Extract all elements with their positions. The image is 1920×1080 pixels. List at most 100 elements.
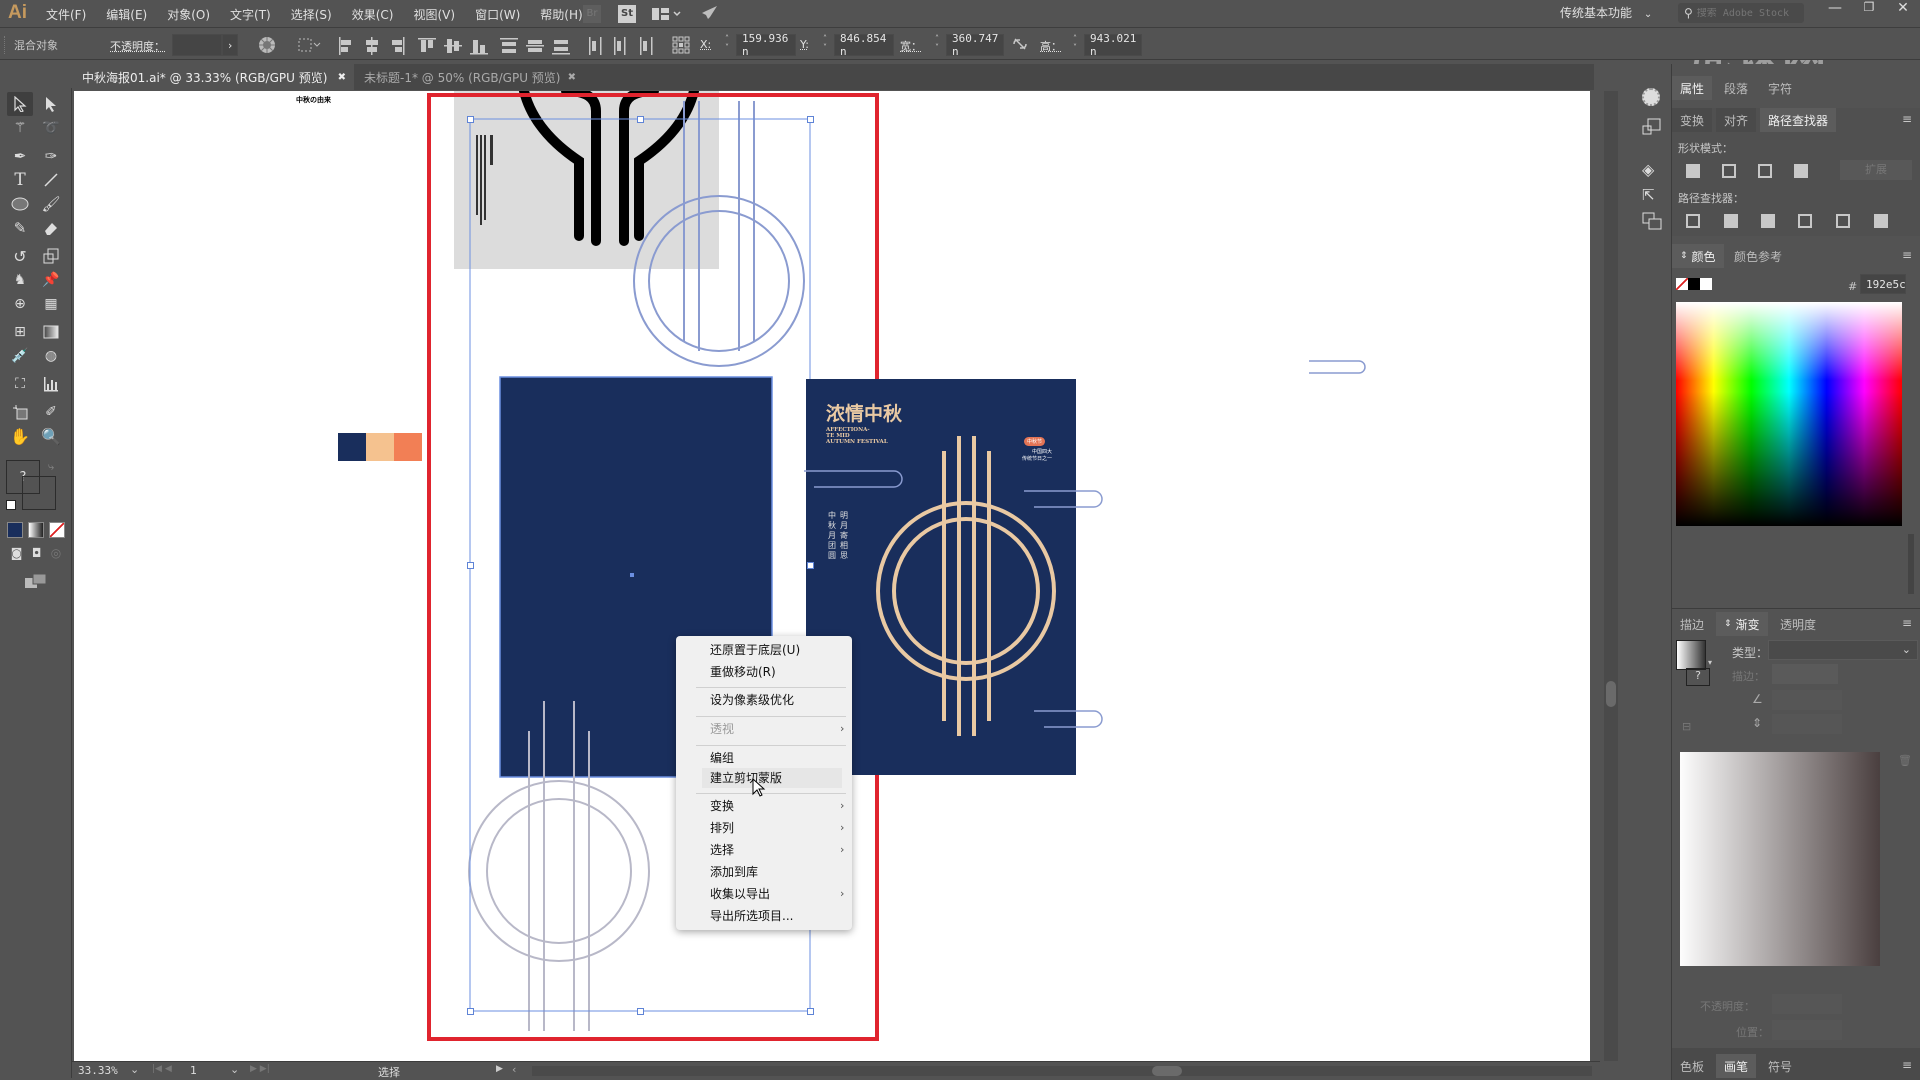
rotate-tool[interactable]: ↺ bbox=[7, 244, 33, 268]
selection-tool[interactable] bbox=[7, 92, 33, 116]
gradient-type-select[interactable]: ⌄ bbox=[1768, 640, 1918, 660]
slice-tool[interactable]: ✐ bbox=[38, 400, 64, 424]
close-icon[interactable]: ✖ bbox=[338, 72, 346, 83]
gpu-performance-button[interactable] bbox=[700, 5, 718, 26]
tab-transparency[interactable]: 透明度 bbox=[1772, 612, 1824, 636]
none-swatch[interactable] bbox=[1676, 278, 1688, 290]
gradient-edit-icon[interactable]: ⊟ bbox=[1682, 720, 1691, 733]
tab-align[interactable]: 对齐 bbox=[1716, 108, 1757, 132]
stock-search-input[interactable] bbox=[1696, 7, 1797, 19]
menu-view[interactable]: 视图(V) bbox=[413, 6, 455, 23]
horizontal-scroll-thumb[interactable] bbox=[1152, 1066, 1182, 1076]
menu-item-collect-for-export[interactable]: 收集以导出 › bbox=[710, 884, 844, 904]
tab-properties[interactable]: 属性 bbox=[1672, 76, 1713, 100]
blend-tool[interactable]: ◍ bbox=[38, 344, 64, 368]
tab-swatches[interactable]: 色板 bbox=[1672, 1054, 1712, 1078]
menu-effect[interactable]: 效果(C) bbox=[352, 6, 394, 23]
recolor-artwork-button[interactable] bbox=[258, 36, 276, 57]
menu-item-undo-send-to-back[interactable]: 还原置于底层(U) bbox=[710, 640, 800, 660]
grip-handle[interactable] bbox=[4, 36, 7, 54]
close-icon[interactable]: ✖ bbox=[568, 72, 576, 83]
opacity-label[interactable]: 不透明度： bbox=[110, 38, 165, 54]
arrange-documents-button[interactable] bbox=[652, 7, 682, 24]
width-stepper[interactable]: ˄ ˅ bbox=[930, 34, 944, 56]
lasso-tool[interactable]: ➰ bbox=[38, 116, 64, 140]
panel-menu-icon[interactable]: ≡ bbox=[1902, 112, 1912, 126]
crop-button[interactable] bbox=[1798, 214, 1812, 228]
menu-item-select[interactable]: 选择 › bbox=[710, 840, 844, 860]
menu-item-arrange[interactable]: 排列 › bbox=[710, 818, 844, 838]
tab-paragraph[interactable]: 段落 bbox=[1716, 76, 1756, 100]
divide-button[interactable] bbox=[1686, 214, 1700, 228]
width-input[interactable]: 360.747 n bbox=[946, 32, 1004, 58]
hand-tool[interactable]: ✋ bbox=[7, 424, 33, 448]
workspace-switcher[interactable]: 传统基本功能 ⌄ bbox=[1560, 4, 1652, 21]
white-swatch[interactable] bbox=[1700, 278, 1712, 290]
menu-item-group[interactable]: 编组 bbox=[710, 748, 734, 768]
panel-menu-icon[interactable]: ≡ bbox=[1902, 248, 1912, 262]
draw-normal-icon[interactable]: ◙ bbox=[11, 546, 23, 564]
y-stepper[interactable]: ˄ ˅ bbox=[818, 34, 832, 56]
height-stepper[interactable]: ˄ ˅ bbox=[1068, 34, 1082, 56]
opacity-expand-button[interactable]: › bbox=[222, 34, 238, 56]
direct-selection-tool[interactable] bbox=[38, 92, 64, 116]
gradient-dropdown-icon[interactable]: ▾ bbox=[1708, 658, 1712, 667]
resize-handle-se[interactable] bbox=[807, 1008, 814, 1015]
resize-handle-n[interactable] bbox=[637, 116, 644, 123]
menu-object[interactable]: 对象(O) bbox=[167, 6, 210, 23]
shape-builder-tool[interactable]: ⊕ bbox=[7, 292, 33, 316]
symbol-sprayer-tool[interactable]: ⛶ bbox=[7, 372, 33, 396]
color-mode-button[interactable] bbox=[7, 522, 23, 538]
export-panel-icon[interactable]: ⇱ bbox=[1642, 186, 1655, 204]
menu-item-export-selection[interactable]: 导出所选项目... bbox=[710, 906, 793, 926]
gradient-preview-swatch[interactable] bbox=[1676, 640, 1706, 670]
transform-panel-icon[interactable] bbox=[1642, 118, 1662, 139]
appearance-panel-icon[interactable] bbox=[1642, 88, 1660, 106]
tab-color-guide[interactable]: 颜色参考 bbox=[1726, 244, 1790, 268]
gradient-opacity-field[interactable] bbox=[1772, 994, 1842, 1014]
artboard-number-field[interactable]: 1 bbox=[190, 1064, 226, 1077]
gradient-tool[interactable] bbox=[38, 320, 64, 344]
menu-file[interactable]: 文件(F) bbox=[46, 6, 86, 23]
next-artboard-button[interactable]: ▶ ▶| bbox=[250, 1064, 270, 1074]
minus-front-button[interactable] bbox=[1722, 164, 1736, 178]
merge-button[interactable] bbox=[1761, 214, 1775, 228]
expand-button[interactable]: 扩展 bbox=[1840, 160, 1912, 180]
menu-select[interactable]: 选择(S) bbox=[291, 6, 332, 23]
panel-scrollbar[interactable] bbox=[1908, 534, 1914, 594]
trim-button[interactable] bbox=[1724, 214, 1738, 228]
artboard-tool[interactable] bbox=[7, 400, 33, 424]
vertical-scrollbar[interactable] bbox=[1604, 91, 1618, 1061]
black-swatch[interactable] bbox=[1688, 278, 1700, 290]
panel-menu-icon[interactable]: ≡ bbox=[1902, 1058, 1912, 1072]
resize-handle-nw[interactable] bbox=[467, 116, 474, 123]
y-input[interactable]: 846.854 n bbox=[834, 32, 894, 58]
opacity-input[interactable] bbox=[172, 34, 222, 56]
puppet-warp-tool[interactable]: ♞ bbox=[7, 268, 33, 292]
tab-pathfinder[interactable]: 路径查找器 bbox=[1760, 108, 1837, 132]
tab-document-1[interactable]: 中秋海报01.ai* @ 33.33% (RGB/GPU 预览) ✖ bbox=[72, 64, 354, 90]
status-menu-button[interactable]: ▶ bbox=[496, 1064, 503, 1074]
curvature-tool[interactable]: ✑ bbox=[38, 144, 64, 168]
minus-back-button[interactable] bbox=[1874, 214, 1888, 228]
vertical-scroll-thumb[interactable] bbox=[1606, 681, 1616, 707]
hex-input[interactable]: 192e5c bbox=[1860, 274, 1906, 294]
x-input[interactable]: 159.936 n bbox=[736, 32, 796, 58]
column-graph-tool[interactable] bbox=[38, 372, 64, 396]
draw-behind-icon[interactable]: ◘ bbox=[32, 546, 42, 564]
resize-handle-e[interactable] bbox=[807, 562, 814, 569]
menu-item-pixel-optimize[interactable]: 设为像素级优化 bbox=[710, 690, 794, 710]
x-stepper[interactable]: ˄ ˅ bbox=[720, 34, 734, 56]
menu-edit[interactable]: 编辑(E) bbox=[106, 6, 147, 23]
outline-button[interactable] bbox=[1836, 214, 1850, 228]
none-mode-button[interactable] bbox=[49, 522, 65, 538]
bridge-button[interactable]: Br bbox=[583, 5, 601, 23]
type-tool[interactable]: T bbox=[7, 168, 33, 192]
zoom-level-field[interactable]: 33.33% bbox=[78, 1064, 126, 1077]
gradient-angle-field[interactable] bbox=[1772, 690, 1842, 710]
eraser-tool[interactable] bbox=[38, 216, 64, 240]
artboard-dropdown[interactable]: ⌄ bbox=[230, 1063, 239, 1076]
layers-panel-icon[interactable]: ◈ bbox=[1642, 160, 1654, 179]
tab-document-2[interactable]: 未标题-1* @ 50% (RGB/GPU 预览) ✖ bbox=[354, 64, 584, 90]
unite-button[interactable] bbox=[1686, 164, 1700, 178]
